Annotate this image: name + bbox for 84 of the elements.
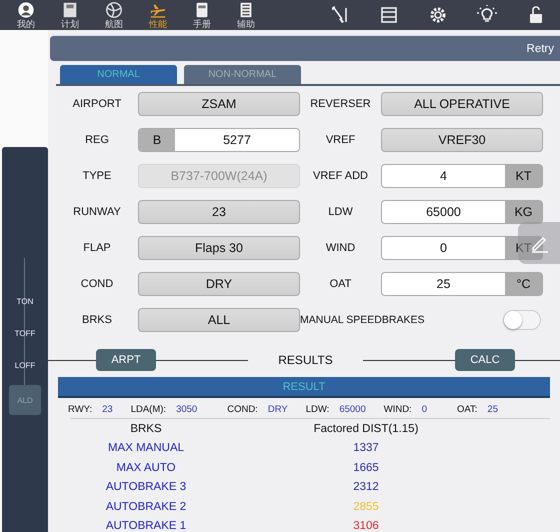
field-label: REVERSER — [309, 98, 372, 110]
unit-label: °C — [505, 273, 542, 295]
param-value: 0 — [422, 404, 427, 414]
field-value: 5277 — [222, 133, 252, 147]
param-label: LDA(M): — [130, 404, 166, 414]
field-label: VREF ADD — [312, 170, 369, 182]
retry-button[interactable]: Retry — [526, 42, 554, 54]
profile-icon — [17, 1, 35, 19]
field-label: BRKS — [81, 314, 113, 326]
input-field[interactable]: 25 °C — [381, 272, 543, 296]
column-header: BRKS — [129, 422, 163, 437]
dropdown-field[interactable]: VREF30 — [381, 128, 543, 152]
table-cell-text: 1337 — [352, 441, 380, 456]
lightbulb-icon[interactable] — [477, 5, 497, 25]
table-cell-text: AUTOBRAKE 3 — [104, 480, 188, 496]
document-icon — [61, 1, 79, 19]
nav-tab[interactable]: 计划 — [50, 1, 90, 29]
field-label: OAT — [328, 278, 352, 290]
param-value: 3050 — [176, 404, 198, 414]
param-value: DRY — [268, 404, 288, 414]
toggle-switch[interactable] — [503, 310, 541, 330]
field-label: MANUAL SPEEDBRAKES — [300, 314, 424, 326]
field-label: REG — [84, 134, 110, 146]
field-label: AIRPORT — [72, 98, 122, 110]
dropdown-field[interactable]: ZSAM — [138, 92, 300, 116]
tools-icon[interactable] — [330, 5, 350, 25]
field-value: 0 — [439, 241, 448, 255]
field-label: TYPE — [82, 170, 112, 182]
table-cell-text: MAX MANUAL — [106, 441, 186, 456]
field-value: 4 — [439, 169, 448, 183]
table-cell-text: AUTOBRAKE 2 — [104, 500, 188, 515]
param-label: RWY: — [68, 404, 92, 414]
airport-button[interactable]: ARPT — [96, 349, 156, 371]
dropdown-field[interactable]: 23 — [138, 200, 300, 224]
input-field[interactable]: 4 KT — [381, 164, 543, 188]
table-cell-text: AUTOBRAKE 1 — [104, 519, 188, 532]
nav-tab[interactable]: 航图 — [94, 1, 134, 29]
calculate-button[interactable]: CALC — [455, 349, 515, 371]
param-label: COND: — [227, 404, 258, 414]
field-label: LDW — [327, 206, 354, 218]
unit-label: KT — [505, 237, 542, 259]
nav-tab[interactable]: 辅助 — [226, 1, 266, 29]
param-value: 65000 — [339, 404, 366, 414]
globe-icon — [105, 1, 123, 19]
dropdown-field[interactable]: Flaps 30 — [138, 236, 300, 260]
field-label: COND — [80, 278, 114, 290]
dropdown-field[interactable]: ALL — [138, 308, 300, 332]
field-value: 65000 — [425, 205, 462, 219]
input-field[interactable]: 65000 KG — [381, 200, 543, 224]
section-title: RESULTS — [277, 353, 334, 367]
nav-tab[interactable]: 性能 — [138, 1, 178, 29]
param-label: WIND: — [384, 404, 412, 414]
param-label: OAT: — [457, 404, 478, 414]
param-value: 25 — [487, 404, 498, 414]
result-header: RESULT — [58, 377, 550, 398]
column-header: Factored DIST(1.15) — [312, 422, 420, 437]
disabled-field: B737-700W(24A) — [138, 164, 300, 188]
dropdown-field[interactable]: ALL OPERATIVE — [381, 92, 543, 116]
field-prefix: B — [139, 129, 175, 151]
nav-tab[interactable]: 我的 — [6, 1, 46, 29]
table-cell-text: 2312 — [352, 480, 380, 496]
edit-button[interactable] — [518, 222, 560, 264]
field-label: WIND — [324, 242, 356, 254]
table-cell-text: 1665 — [352, 460, 380, 476]
unit-label: KT — [505, 165, 542, 187]
table-cell-text: 3106 — [352, 519, 380, 532]
unit-label: KG — [505, 201, 542, 223]
dropdown-field[interactable]: DRY — [138, 272, 300, 296]
field-value: 25 — [436, 277, 452, 291]
input-field[interactable]: B 5277 — [138, 128, 300, 152]
rail-tab[interactable]: TON — [9, 285, 41, 317]
rail-tab[interactable]: TOFF — [9, 317, 41, 349]
field-label: VREF — [324, 134, 356, 146]
param-value: 23 — [102, 404, 113, 414]
settings-icon[interactable] — [428, 5, 448, 25]
param-label: LDW: — [306, 404, 330, 414]
field-label: FLAP — [82, 242, 112, 254]
field-label: RUNWAY — [72, 206, 122, 218]
table-cell-text: 2855 — [352, 500, 380, 515]
input-field[interactable]: 0 KT — [381, 236, 543, 260]
nav-tab[interactable]: 手册 — [182, 1, 222, 29]
rail-tab[interactable]: LOFF — [9, 349, 41, 381]
calendar-icon[interactable] — [379, 5, 399, 25]
table-cell-text: MAX AUTO — [115, 460, 177, 476]
